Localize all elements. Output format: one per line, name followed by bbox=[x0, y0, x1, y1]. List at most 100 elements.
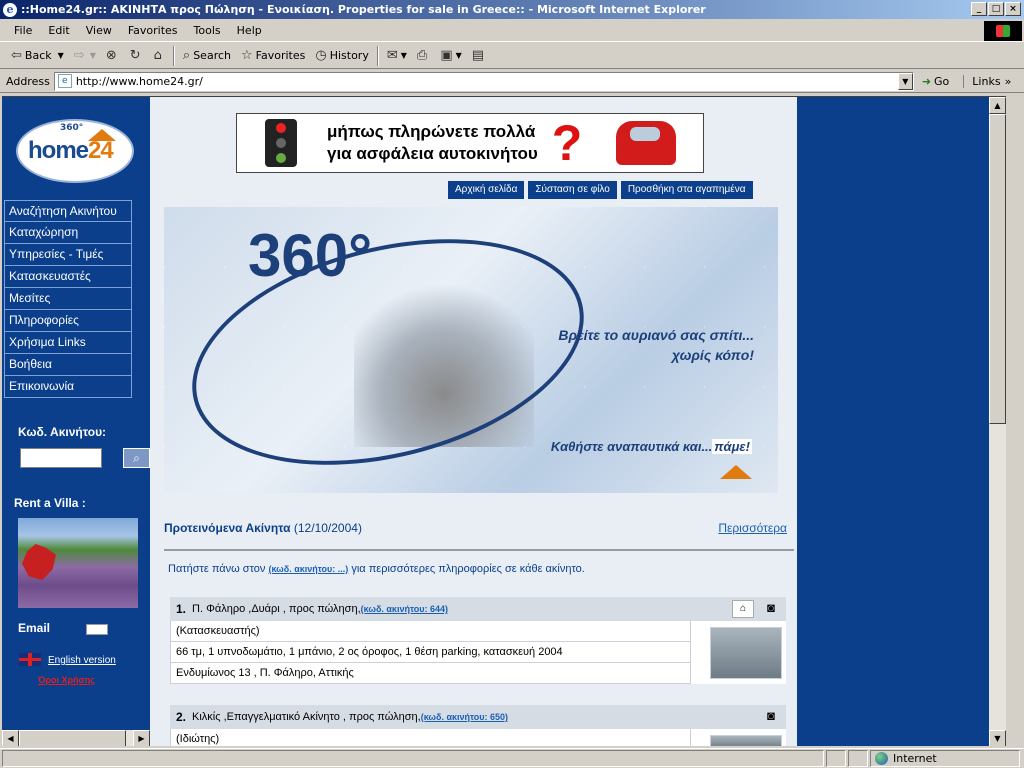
listing-code-link[interactable]: (κωδ. ακινήτου: 650) bbox=[421, 712, 508, 722]
nav-builders[interactable]: Κατασκευαστές bbox=[4, 266, 132, 288]
edit-icon: ▣ bbox=[440, 48, 453, 63]
back-label: Back bbox=[24, 49, 52, 62]
menu-file[interactable]: File bbox=[6, 24, 40, 37]
scroll-up-arrow-icon[interactable]: ▲ bbox=[989, 97, 1006, 114]
car-icon bbox=[616, 121, 677, 165]
edit-dropdown-icon[interactable]: ▼ bbox=[456, 51, 462, 60]
horizontal-scrollbar[interactable]: ◀ ▶ bbox=[2, 730, 150, 746]
builder-icon[interactable]: ⌂ bbox=[732, 600, 754, 618]
menu-view[interactable]: View bbox=[78, 24, 120, 37]
listing-seller: (Κατασκευαστής) bbox=[170, 621, 691, 642]
home-button[interactable]: ⌂ bbox=[149, 45, 170, 67]
security-zone: Internet bbox=[870, 750, 1020, 767]
more-link[interactable]: Περισσότερα bbox=[718, 521, 787, 535]
menu-edit[interactable]: Edit bbox=[40, 24, 77, 37]
mail-dropdown-icon[interactable]: ▼ bbox=[401, 51, 407, 60]
minimize-button[interactable]: _ bbox=[971, 2, 987, 16]
mail-icon: ✉ bbox=[386, 48, 398, 63]
hero-tagline-1: Βρείτε το αυριανό σας σπίτι... bbox=[558, 327, 754, 343]
mail-button[interactable]: ✉ ▼ bbox=[382, 45, 412, 67]
vertical-scrollbar[interactable]: ▲ ▼ bbox=[989, 97, 1006, 746]
stop-icon: ⊗ bbox=[105, 48, 117, 63]
property-code-label: Κωδ. Ακινήτου: bbox=[18, 425, 107, 439]
vertical-scroll-thumb[interactable] bbox=[989, 114, 1006, 424]
english-version-link[interactable]: English version bbox=[48, 655, 116, 666]
toolbar-separator bbox=[376, 45, 379, 66]
nav-agents[interactable]: Μεσίτες bbox=[4, 288, 132, 310]
scroll-down-arrow-icon[interactable]: ▼ bbox=[989, 730, 1006, 746]
stop-button[interactable]: ⊗ bbox=[101, 45, 125, 67]
scroll-right-arrow-icon[interactable]: ▶ bbox=[133, 730, 150, 746]
back-arrow-icon: ⇦ bbox=[11, 48, 22, 63]
search-button[interactable]: ⌕ Search bbox=[178, 45, 236, 67]
forward-button[interactable]: ⇨ ▼ bbox=[69, 45, 101, 67]
go-label: Go bbox=[934, 74, 950, 88]
maximize-button[interactable]: □ bbox=[988, 2, 1004, 16]
hint-code-link[interactable]: (κωδ. ακινήτου: ...) bbox=[268, 564, 348, 574]
ad-line-1: μήπως πληρώνετε πολλά bbox=[327, 122, 536, 141]
menu-help[interactable]: Help bbox=[229, 24, 270, 37]
tab-home-page[interactable]: Αρχική σελίδα bbox=[448, 181, 525, 199]
close-button[interactable]: × bbox=[1005, 2, 1021, 16]
history-button[interactable]: ◷ History bbox=[310, 45, 373, 67]
hero-cta-go: πάμε! bbox=[712, 439, 752, 454]
menu-favorites[interactable]: Favorites bbox=[120, 24, 186, 37]
menu-tools[interactable]: Tools bbox=[186, 24, 229, 37]
email-label: Email bbox=[18, 621, 51, 635]
hero-tagline-2: χωρίς κόπο! bbox=[671, 347, 754, 363]
go-button[interactable]: ➜ Go bbox=[922, 75, 949, 88]
nav-contact[interactable]: Επικοινωνία bbox=[4, 376, 132, 398]
logo-text: home24 bbox=[28, 137, 114, 165]
listing-number: 2. bbox=[176, 710, 187, 724]
rent-villa-banner[interactable] bbox=[18, 518, 138, 608]
print-icon: ⎙ bbox=[416, 48, 428, 63]
nav-help[interactable]: Βοήθεια bbox=[4, 354, 132, 376]
back-dropdown-icon[interactable]: ▼ bbox=[58, 51, 64, 60]
edit-button[interactable]: ▣ ▼ bbox=[435, 45, 466, 67]
orange-arrow-icon[interactable] bbox=[720, 465, 752, 479]
discuss-button[interactable]: ▤ bbox=[467, 45, 492, 67]
links-button[interactable]: Links bbox=[963, 74, 1001, 88]
address-input[interactable]: e http://www.home24.gr/ ▼ bbox=[53, 71, 914, 91]
address-dropdown-icon[interactable]: ▼ bbox=[897, 72, 913, 90]
nav-useful-links[interactable]: Χρήσιμα Links bbox=[4, 332, 132, 354]
terms-of-use-link[interactable]: Όροι Χρήσης bbox=[38, 675, 95, 685]
logo-360: 360° bbox=[60, 123, 84, 133]
print-button[interactable]: ⎙ bbox=[412, 45, 435, 67]
windows-logo-icon bbox=[984, 21, 1022, 41]
favorites-button[interactable]: ☆ Favorites bbox=[236, 45, 310, 67]
back-button[interactable]: ⇦ Back ▼ bbox=[6, 45, 69, 67]
uk-flag-icon[interactable] bbox=[19, 653, 41, 666]
status-pane bbox=[848, 750, 868, 767]
status-pane bbox=[826, 750, 846, 767]
camera-icon[interactable]: ◙ bbox=[760, 708, 782, 726]
horizontal-scroll-thumb[interactable] bbox=[19, 730, 126, 746]
hint-post: για περισσότερες πληροφορίες σε κάθε ακί… bbox=[348, 563, 585, 575]
scroll-left-arrow-icon[interactable]: ◀ bbox=[2, 730, 19, 746]
page-viewport: 360° home24 Αναζήτηση Ακινήτου Καταχώρησ… bbox=[2, 96, 1006, 746]
forward-dropdown-icon[interactable]: ▼ bbox=[90, 51, 96, 60]
listing-code-link[interactable]: (κωδ. ακινήτου: 644) bbox=[361, 604, 448, 614]
site-logo[interactable]: 360° home24 bbox=[16, 119, 134, 183]
property-code-input[interactable] bbox=[20, 448, 102, 468]
email-icon[interactable] bbox=[86, 624, 108, 635]
hero-call-to-action[interactable]: Καθήστε αναπαυτικά και... πάμε! bbox=[551, 439, 752, 454]
listing-thumbnail[interactable] bbox=[710, 735, 782, 746]
hint-pre: Πατήστε πάνω στον bbox=[168, 563, 269, 575]
top-links: Αρχική σελίδα Σύσταση σε φίλο Προσθήκη σ… bbox=[448, 181, 753, 199]
tab-add-favorites[interactable]: Προσθήκη στα αγαπημένα bbox=[620, 181, 753, 199]
nav-services-prices[interactable]: Υπηρεσίες - Τιμές bbox=[4, 244, 132, 266]
rent-villa-label: Rent a Villa : bbox=[14, 496, 86, 510]
france-map-icon bbox=[22, 544, 56, 580]
listing-2: 2. Κιλκίς ,Επαγγελματικό Ακίνητο , προς … bbox=[170, 705, 786, 746]
nav-listing[interactable]: Καταχώρηση bbox=[4, 222, 132, 244]
camera-icon[interactable]: ◙ bbox=[760, 600, 782, 618]
links-chevron-icon[interactable]: » bbox=[1005, 75, 1012, 88]
insurance-ad-banner[interactable]: μήπως πληρώνετε πολλά για ασφάλεια αυτοκ… bbox=[236, 113, 704, 173]
tab-recommend-friend[interactable]: Σύσταση σε φίλο bbox=[528, 181, 617, 199]
property-code-search-button[interactable]: ⌕ bbox=[123, 448, 150, 468]
refresh-button[interactable]: ↻ bbox=[125, 45, 149, 67]
listing-thumbnail[interactable] bbox=[710, 627, 782, 679]
nav-information[interactable]: Πληροφορίες bbox=[4, 310, 132, 332]
nav-property-search[interactable]: Αναζήτηση Ακινήτου bbox=[4, 200, 132, 222]
